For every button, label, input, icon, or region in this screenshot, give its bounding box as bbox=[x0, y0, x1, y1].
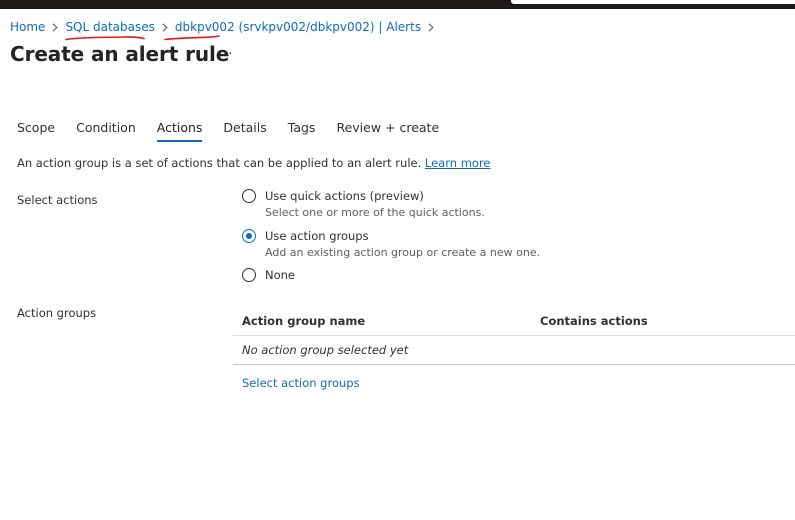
tab-review-create[interactable]: Review + create bbox=[336, 118, 439, 142]
radio-none: None bbox=[242, 268, 295, 283]
tab-scope[interactable]: Scope bbox=[17, 118, 55, 142]
chevron-right-icon bbox=[52, 22, 59, 32]
radio-quick-actions: Use quick actions (preview) Select one o… bbox=[242, 189, 485, 220]
ellipsis-icon[interactable]: ··· bbox=[218, 47, 233, 62]
column-header-contains-actions[interactable]: Contains actions bbox=[540, 314, 795, 328]
tab-tags[interactable]: Tags bbox=[288, 118, 316, 142]
breadcrumb-home[interactable]: Home bbox=[10, 20, 45, 34]
radio-label[interactable]: Use quick actions (preview) bbox=[265, 189, 485, 204]
red-annotation-underline bbox=[164, 35, 220, 41]
breadcrumb-sql-databases[interactable]: SQL databases bbox=[65, 20, 154, 34]
breadcrumb-db-alerts[interactable]: dbkpv002 (srvkpv002/dbkpv002) | Alerts bbox=[175, 20, 421, 34]
grid-header: Action group name Contains actions bbox=[233, 307, 795, 336]
page-title: Create an alert rule bbox=[10, 42, 230, 66]
action-groups-grid: Action group name Contains actions No ac… bbox=[233, 307, 795, 365]
chevron-right-icon bbox=[428, 22, 434, 32]
chevron-right-icon bbox=[162, 22, 168, 32]
red-annotation-underline bbox=[65, 36, 145, 41]
radio-action-groups: Use action groups Add an existing action… bbox=[242, 229, 540, 260]
radio-label[interactable]: Use action groups bbox=[265, 229, 540, 244]
portal-top-bar bbox=[0, 0, 795, 9]
learn-more-link[interactable]: Learn more bbox=[425, 156, 491, 170]
tab-details[interactable]: Details bbox=[223, 118, 266, 142]
tab-condition[interactable]: Condition bbox=[76, 118, 136, 142]
intro-text: An action group is a set of actions that… bbox=[17, 156, 491, 170]
radio-button[interactable] bbox=[242, 268, 256, 282]
radio-description: Add an existing action group or create a… bbox=[265, 246, 541, 259]
radio-label[interactable]: None bbox=[265, 268, 295, 283]
column-header-action-group-name[interactable]: Action group name bbox=[233, 314, 540, 328]
tab-actions[interactable]: Actions bbox=[156, 118, 202, 142]
grid-empty-row: No action group selected yet bbox=[233, 336, 795, 365]
select-actions-label: Select actions bbox=[17, 193, 98, 207]
radio-button[interactable] bbox=[242, 229, 256, 243]
action-groups-label: Action groups bbox=[17, 306, 97, 320]
intro-description: An action group is a set of actions that… bbox=[17, 156, 422, 170]
select-action-groups-link[interactable]: Select action groups bbox=[242, 376, 360, 390]
breadcrumb: Home SQL databases dbkpv002 (srvkpv002/d… bbox=[10, 19, 441, 35]
wizard-tabs: Scope Condition Actions Details Tags Rev… bbox=[17, 118, 460, 144]
radio-description: Select one or more of the quick actions. bbox=[265, 206, 485, 219]
global-search-box[interactable] bbox=[511, 0, 795, 4]
radio-button[interactable] bbox=[242, 189, 256, 203]
